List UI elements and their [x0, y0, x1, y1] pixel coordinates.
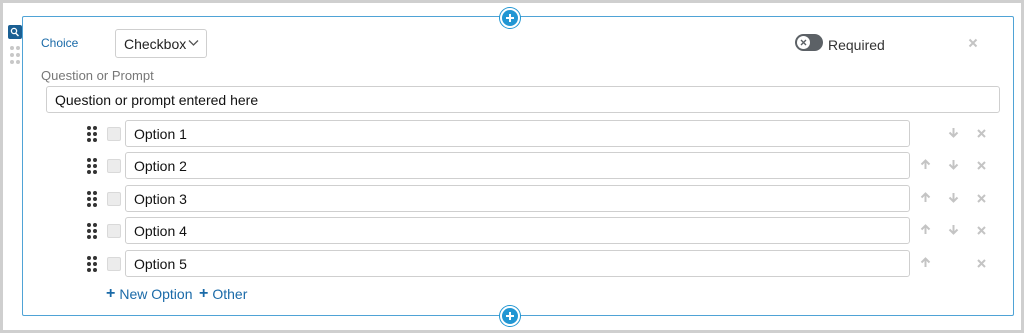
- question-type-icon[interactable]: [8, 25, 22, 39]
- option-row: [0, 120, 1024, 148]
- question-type-select[interactable]: Checkbox: [115, 29, 207, 58]
- drag-handle-icon[interactable]: [87, 126, 97, 142]
- option-checkbox: [107, 257, 121, 271]
- arrow-up-icon: [920, 157, 931, 175]
- arrow-up-icon: [920, 255, 931, 273]
- option-checkbox: [107, 159, 121, 173]
- close-icon: [977, 157, 986, 175]
- move-up-button[interactable]: [919, 222, 932, 240]
- prompt-label: Question or Prompt: [41, 68, 154, 83]
- arrow-down-icon: [948, 190, 959, 208]
- option-checkbox: [107, 224, 121, 238]
- other-option-label: Other: [212, 286, 248, 302]
- option-checkbox: [107, 192, 121, 206]
- question-type-label: Choice: [41, 36, 79, 50]
- add-question-below-button[interactable]: [500, 306, 520, 326]
- drag-handle-icon[interactable]: [87, 191, 97, 207]
- prompt-input[interactable]: [46, 86, 1000, 113]
- delete-option-button[interactable]: [975, 257, 988, 270]
- close-icon: [968, 38, 978, 48]
- option-input[interactable]: [125, 185, 910, 212]
- block-drag-handle-icon[interactable]: [10, 46, 20, 68]
- option-row: [0, 250, 1024, 278]
- arrow-down-icon: [948, 222, 959, 240]
- question-type-value: Checkbox: [124, 35, 187, 52]
- move-up-button[interactable]: [919, 190, 932, 208]
- close-icon: [977, 222, 986, 240]
- move-up-button[interactable]: [919, 255, 932, 273]
- move-down-button[interactable]: [947, 192, 960, 205]
- option-input[interactable]: [125, 217, 910, 244]
- new-option-label: New Option: [119, 286, 193, 302]
- arrow-down-icon: [948, 125, 959, 143]
- drag-handle-icon[interactable]: [87, 223, 97, 239]
- new-option-link[interactable]: + New Option: [106, 285, 193, 303]
- move-down-button[interactable]: [947, 127, 960, 140]
- plus-circle-icon: [506, 14, 514, 22]
- move-up-button[interactable]: [919, 157, 932, 175]
- delete-option-button[interactable]: [975, 224, 988, 237]
- option-row: [0, 217, 1024, 245]
- delete-option-button[interactable]: [975, 159, 988, 172]
- delete-option-button[interactable]: [975, 127, 988, 140]
- arrow-up-icon: [920, 222, 931, 240]
- plus-circle-icon: [506, 312, 514, 320]
- option-checkbox: [107, 127, 121, 141]
- delete-option-button[interactable]: [975, 192, 988, 205]
- required-toggle[interactable]: [795, 34, 823, 51]
- close-icon: [977, 190, 986, 208]
- required-label: Required: [828, 37, 885, 53]
- close-icon: [977, 255, 986, 273]
- plus-icon: +: [199, 285, 209, 302]
- arrow-down-icon: [948, 157, 959, 175]
- drag-handle-icon[interactable]: [87, 158, 97, 174]
- delete-question-button[interactable]: [966, 36, 980, 50]
- move-down-button[interactable]: [947, 159, 960, 172]
- move-down-button[interactable]: [947, 224, 960, 237]
- option-row: [0, 185, 1024, 213]
- close-icon: [977, 125, 986, 143]
- option-input[interactable]: [125, 152, 910, 179]
- arrow-up-icon: [920, 190, 931, 208]
- option-input[interactable]: [125, 120, 910, 147]
- option-input[interactable]: [125, 250, 910, 277]
- other-option-link[interactable]: + Other: [199, 285, 248, 303]
- chevron-down-icon: [188, 40, 199, 46]
- option-row: [0, 152, 1024, 180]
- plus-icon: +: [106, 285, 116, 302]
- toggle-off-icon: [797, 36, 810, 49]
- add-question-above-button[interactable]: [500, 8, 520, 28]
- drag-handle-icon[interactable]: [87, 256, 97, 272]
